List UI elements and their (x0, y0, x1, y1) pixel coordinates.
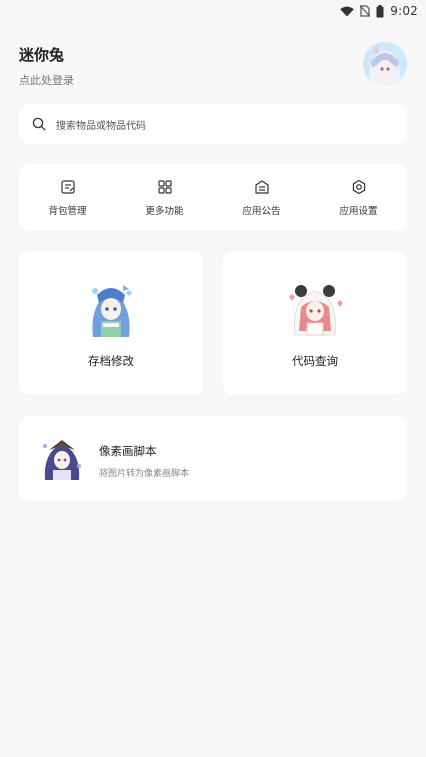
announcement-icon (254, 179, 269, 194)
quick-action-more-functions[interactable]: 更多功能 (116, 164, 213, 231)
quick-action-backpack-manage[interactable]: 背包管理 (19, 164, 116, 231)
quick-action-label: 背包管理 (48, 205, 87, 217)
status-time: 9:02 (390, 4, 418, 18)
anime-girl-blue-hair-illustration (92, 285, 132, 337)
search-icon (32, 117, 46, 131)
quick-action-settings[interactable]: 应用设置 (310, 164, 407, 231)
save-edit-card[interactable]: 存档修改 (19, 251, 203, 395)
more-functions-grid-icon (157, 179, 172, 194)
pixel-script-card[interactable]: 像素画脚本 将图片转为像素画脚本 (19, 416, 407, 501)
pixel-script-title: 像素画脚本 (99, 444, 157, 458)
search-bar[interactable]: 搜索物品或物品代码 (19, 104, 407, 144)
wifi-icon (340, 6, 355, 16)
save-edit-label: 存档修改 (88, 354, 134, 368)
quick-action-label: 应用设置 (339, 205, 378, 217)
code-lookup-card[interactable]: 代码查询 (223, 251, 407, 395)
anime-girl-purple-hair-illustration (43, 440, 81, 480)
quick-action-label: 更多功能 (145, 205, 184, 217)
avatar[interactable] (363, 42, 407, 86)
status-bar: 9:02 (0, 0, 426, 22)
quick-actions-card: 背包管理 更多功能 应用公告 应用设置 (19, 164, 407, 231)
profile-header[interactable]: 迷你兔 点此处登录 (19, 42, 407, 90)
search-input[interactable]: 搜索物品或物品代码 (56, 117, 146, 132)
backpack-manage-icon (60, 179, 75, 194)
no-sim-icon (360, 5, 371, 17)
code-lookup-label: 代码查询 (292, 354, 338, 368)
login-prompt[interactable]: 点此处登录 (19, 72, 407, 88)
quick-action-announcement[interactable]: 应用公告 (213, 164, 310, 231)
anime-girl-panda-hood-illustration (289, 285, 343, 336)
pixel-script-subtitle: 将图片转为像素画脚本 (99, 469, 190, 479)
battery-icon (376, 4, 384, 17)
profile-name: 迷你兔 (19, 46, 65, 64)
settings-gear-icon (352, 179, 365, 194)
quick-action-label: 应用公告 (242, 205, 281, 217)
